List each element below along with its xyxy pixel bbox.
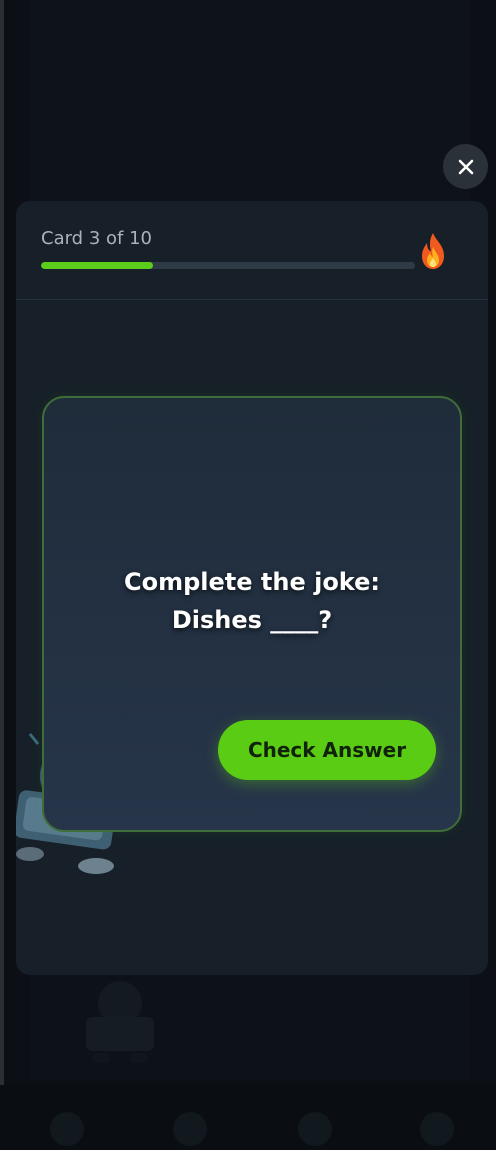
close-button[interactable] xyxy=(443,144,488,189)
progress-bar xyxy=(41,262,415,269)
check-answer-button[interactable]: Check Answer xyxy=(218,720,436,780)
modal-header: Card 3 of 10 xyxy=(16,201,488,300)
question-line: Complete the joke: xyxy=(124,568,380,596)
question-line: Dishes ____? xyxy=(171,606,333,634)
flashcard-modal: Card 3 of 10 Complete the joke: Dishes _… xyxy=(16,201,488,975)
close-icon xyxy=(458,159,473,174)
app-screen: Card 3 of 10 Complete the joke: Dishes _… xyxy=(0,0,496,1150)
fire-icon xyxy=(422,233,444,269)
flashcard[interactable]: Complete the joke: Dishes ____? Check An… xyxy=(42,396,462,832)
progress-fill xyxy=(41,262,154,269)
flashcard-question: Complete the joke: Dishes ____? xyxy=(44,563,460,639)
card-counter: Card 3 of 10 xyxy=(41,228,152,249)
